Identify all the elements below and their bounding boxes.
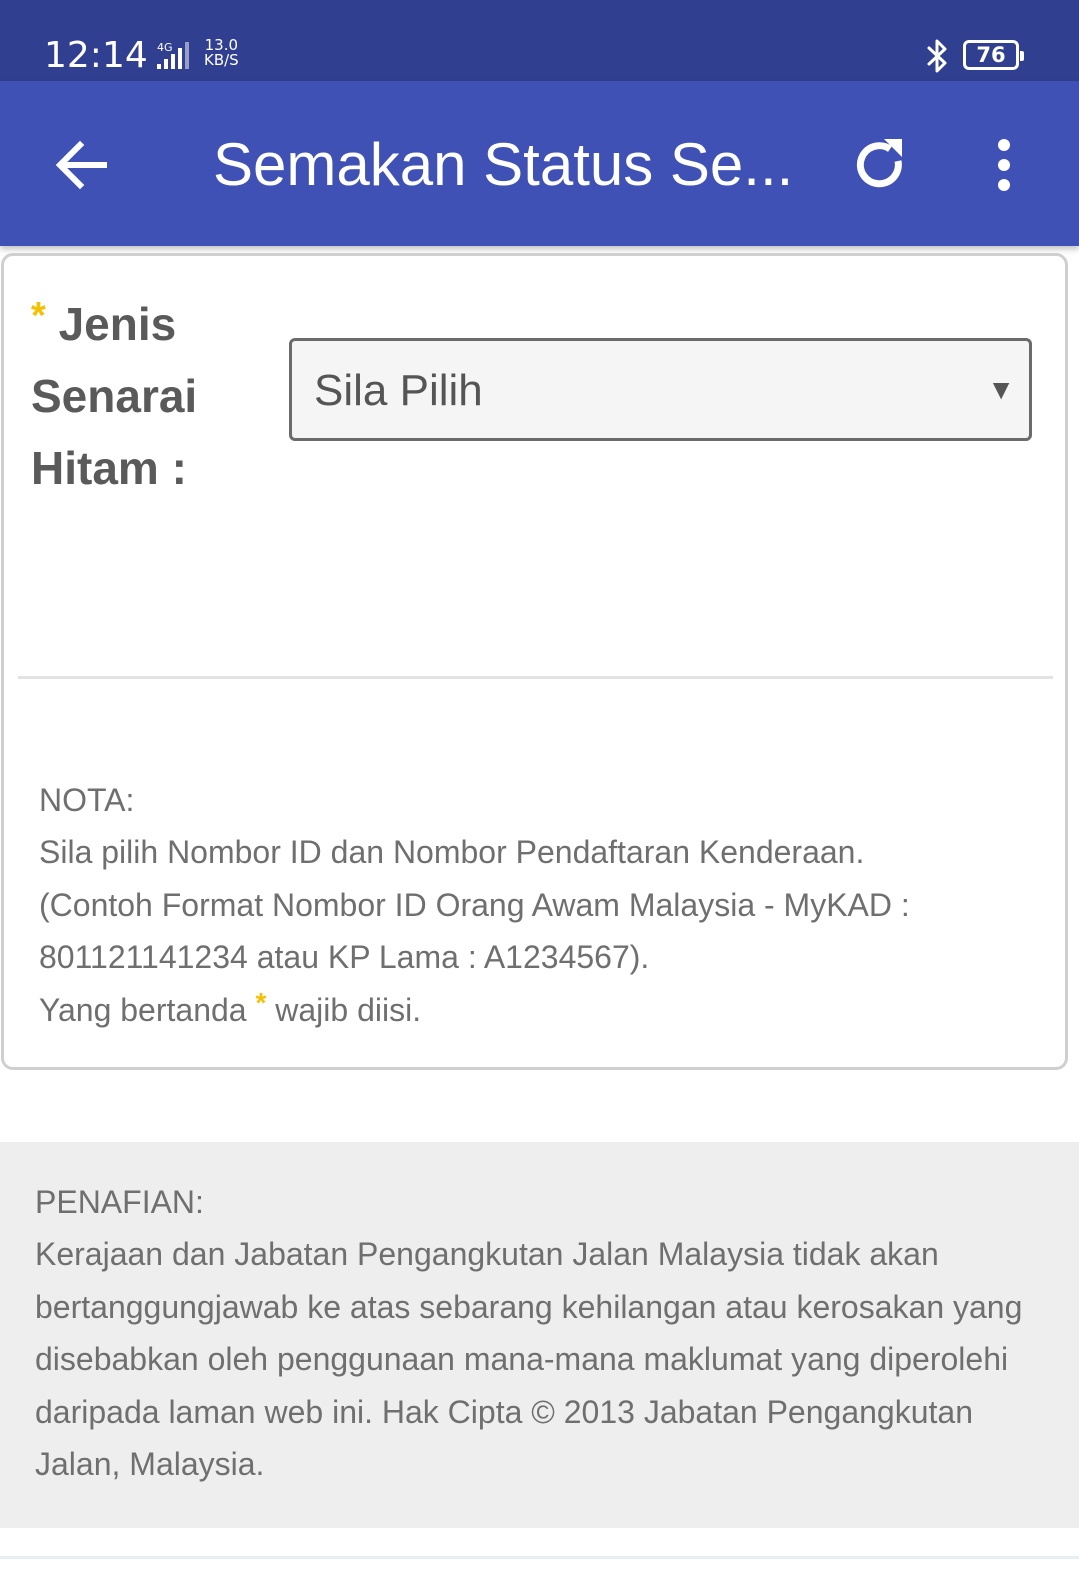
disclaimer-section: PENAFIAN: Kerajaan dan Jabatan Pengangku…: [0, 1142, 1079, 1528]
note-line-2: (Contoh Format Nombor ID Orang Awam Mala…: [39, 886, 910, 976]
status-bar: 12:14 4G 13.0 KB/S 76: [0, 0, 1079, 81]
disclaimer-text-block: PENAFIAN: Kerajaan dan Jabatan Pengangku…: [35, 1176, 1045, 1490]
blacklist-type-label: * Jenis Senarai Hitam :: [31, 288, 271, 504]
signal-icon: 4G: [157, 41, 189, 69]
divider: [18, 676, 1053, 679]
disclaimer-heading: PENAFIAN:: [35, 1184, 204, 1220]
network-type-label: 4G: [157, 41, 173, 54]
required-star: *: [255, 986, 267, 1018]
blacklist-type-select[interactable]: Sila Pilih ▼: [289, 338, 1032, 441]
note-heading: NOTA:: [39, 782, 135, 818]
disclaimer-body: Kerajaan dan Jabatan Pengangkutan Jalan …: [35, 1236, 1023, 1483]
more-vert-icon[interactable]: [980, 131, 1028, 199]
refresh-icon[interactable]: [848, 131, 912, 199]
battery-level: 76: [976, 43, 1006, 67]
status-time: 12:14: [44, 35, 148, 76]
note-required-suffix: wajib diisi.: [275, 991, 422, 1028]
blacklist-type-label-text: Jenis Senarai Hitam :: [31, 298, 198, 494]
network-speed-unit: KB/S: [204, 51, 239, 69]
note-section: NOTA: Sila pilih Nombor ID dan Nombor Pe…: [39, 774, 1039, 1036]
dropdown-caret-icon: ▼: [987, 374, 1015, 405]
required-star: *: [31, 295, 46, 337]
note-line-1: Sila pilih Nombor ID dan Nombor Pendafta…: [39, 834, 865, 871]
back-arrow-icon[interactable]: [48, 131, 116, 199]
form-card: * Jenis Senarai Hitam : Sila Pilih ▼ NOT…: [1, 253, 1068, 1070]
note-required-line: Yang bertanda * wajib diisi.: [39, 984, 1039, 1036]
network-speed: 13.0 KB/S: [204, 38, 239, 68]
app-bar: Semakan Status Se...: [0, 81, 1079, 246]
note-required-prefix: Yang bertanda: [39, 991, 247, 1028]
page-title: Semakan Status Se...: [213, 131, 794, 198]
select-value: Sila Pilih: [314, 366, 483, 415]
bottom-edge: [0, 1556, 1079, 1583]
battery-icon: 76: [963, 40, 1024, 70]
bluetooth-icon: [927, 39, 947, 73]
